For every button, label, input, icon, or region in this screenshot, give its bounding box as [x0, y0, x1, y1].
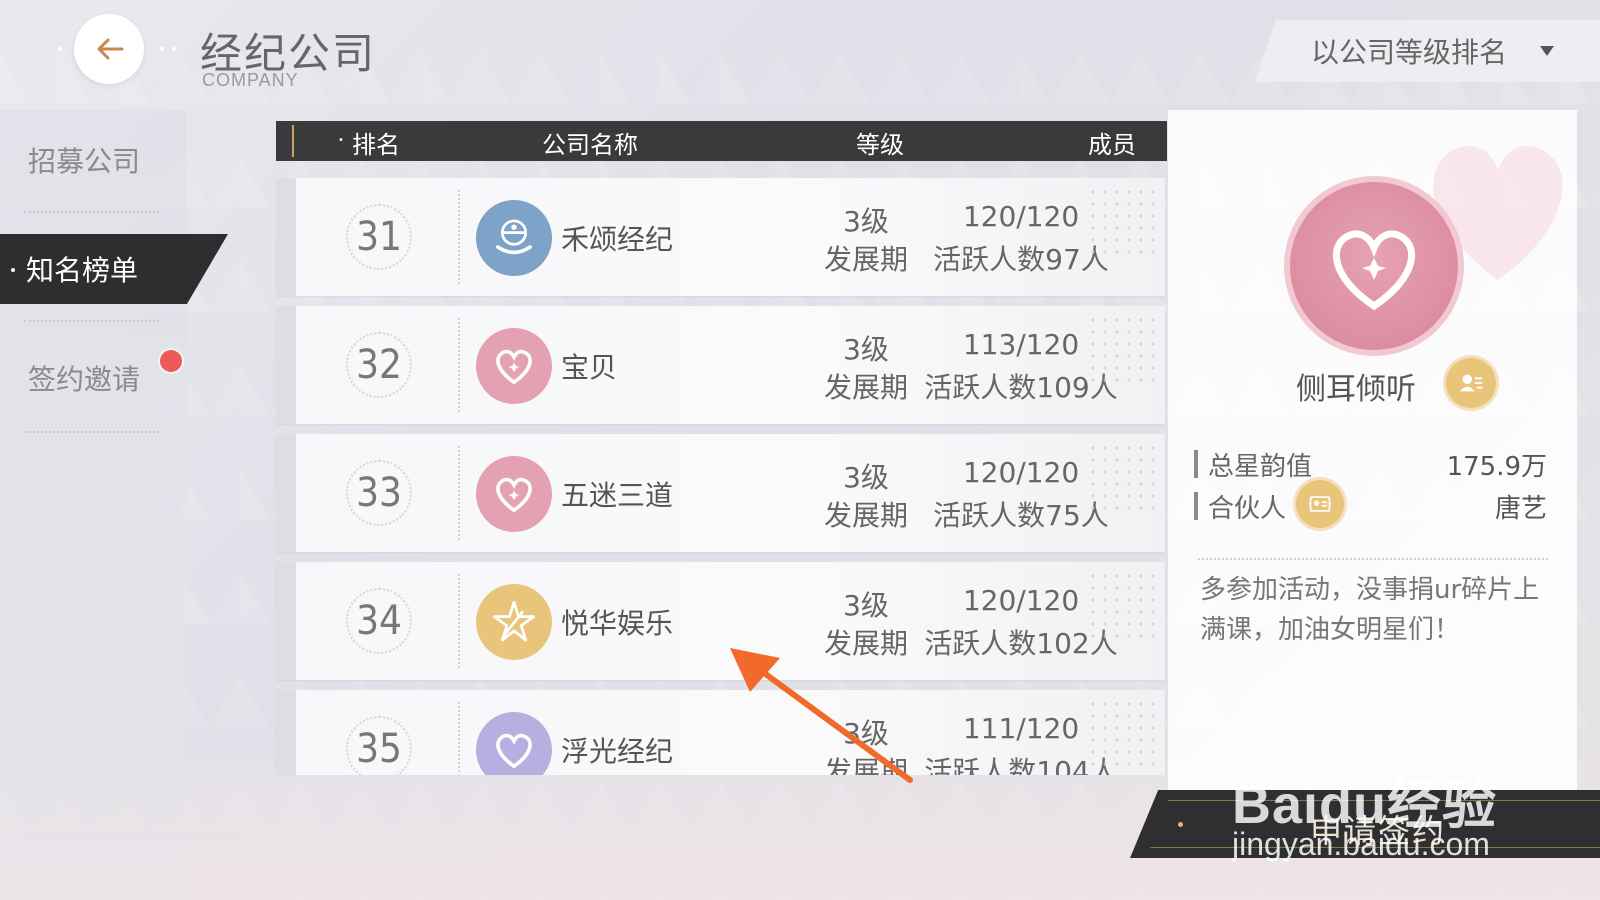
apply-button-dot: [1178, 822, 1183, 827]
row-separator: [458, 190, 460, 284]
company-level: 3级: [843, 333, 889, 366]
column-header-members: 成员: [1088, 131, 1136, 159]
active-dot: [11, 268, 15, 272]
row-separator: [458, 318, 460, 412]
selected-company-logo: [1284, 176, 1464, 356]
sidebar-item-recruit[interactable]: 招募公司: [28, 140, 140, 180]
company-name: 悦华娱乐: [561, 607, 674, 640]
sidebar: [0, 110, 187, 900]
sidebar-item-ranking[interactable]: 知名榜单: [26, 249, 138, 289]
back-arrow-icon: [97, 38, 124, 60]
selected-company-name: 侧耳倾听: [1296, 372, 1416, 407]
table-row[interactable]: 31 禾颂经纪 3级 发展期 120/120 活跃人数97人: [276, 178, 1165, 296]
company-description: 多参加活动，没事捐ur碎片上满课，加油女明星们！: [1200, 575, 1540, 645]
company-info-icon[interactable]: [1446, 358, 1496, 408]
table-header: • 排名 公司名称 等级 成员: [276, 121, 1167, 161]
company-detail-panel: 侧耳倾听 总星韵值 175.9万 合伙人 唐艺 多参加活动，没事捐ur碎片上满课…: [1168, 110, 1577, 790]
stat-value: 175.9万: [1446, 452, 1547, 482]
company-name: 五迷三道: [561, 479, 674, 512]
header-accent-bar: [292, 125, 294, 157]
decor-dot-grid: [1087, 698, 1157, 768]
pink-heart-icon: [476, 328, 552, 404]
row-separator: [458, 446, 460, 540]
sort-label: 以公司等级排名: [1311, 36, 1508, 69]
company-name: 浮光经纪: [561, 735, 674, 768]
pink-heart-icon: [476, 456, 552, 532]
row-left-bar: [276, 178, 296, 296]
decor-dot-grid: [1087, 442, 1157, 512]
pink-heart-icon: [1332, 230, 1416, 311]
company-level: 3级: [843, 205, 889, 238]
decor-dot-grid: [1087, 570, 1157, 640]
company-level: 3级: [843, 717, 889, 750]
partner-value: 唐艺: [1494, 494, 1547, 524]
header-dot: •: [338, 135, 344, 146]
chevron-down-icon: [1540, 46, 1554, 56]
sidebar-divider: [24, 431, 159, 433]
gold-star-icon: [476, 584, 552, 660]
purple-heart-icon: [476, 712, 552, 775]
label-accent-bar: [1194, 450, 1198, 478]
row-separator: [458, 702, 460, 775]
rank-number: 34: [346, 588, 412, 654]
sidebar-item-invitations[interactable]: 签约邀请: [28, 358, 140, 398]
table-row[interactable]: 34 悦华娱乐 3级 发展期 120/120 活跃人数102人: [276, 562, 1165, 680]
sidebar-divider: [24, 320, 159, 322]
row-separator: [458, 574, 460, 668]
id-card-icon[interactable]: [1296, 480, 1344, 528]
decor-dot: [58, 47, 62, 51]
sidebar-divider: [24, 211, 159, 213]
row-left-bar: [276, 562, 296, 680]
company-name: 宝贝: [561, 351, 618, 384]
back-button[interactable]: [74, 14, 144, 84]
rank-number: 31: [346, 204, 412, 270]
rank-number: 32: [346, 332, 412, 398]
column-header-rank: 排名: [352, 131, 400, 159]
row-left-bar: [276, 306, 296, 424]
panel-divider: [1198, 558, 1548, 560]
stat-label: 总星韵值: [1208, 452, 1313, 482]
page-subtitle: COMPANY: [202, 70, 299, 90]
notification-badge: [160, 350, 182, 372]
table-row[interactable]: 33 五迷三道 3级 发展期 120/120 活跃人数75人: [276, 434, 1165, 552]
row-left-bar: [276, 434, 296, 552]
company-list[interactable]: 31 禾颂经纪 3级 发展期 120/120 活跃人数97人 32 宝贝 3级 …: [270, 170, 1170, 775]
decor-dot: [160, 47, 164, 51]
decor-dot: [172, 47, 176, 51]
decor-dot-grid: [1087, 314, 1157, 384]
column-header-level: 等级: [856, 131, 904, 159]
table-row[interactable]: 32 宝贝 3级 发展期 113/120 活跃人数109人: [276, 306, 1165, 424]
company-level: 3级: [843, 589, 889, 622]
rank-number: 33: [346, 460, 412, 526]
rank-number: 35: [346, 716, 412, 775]
company-level: 3级: [843, 461, 889, 494]
column-header-name: 公司名称: [542, 131, 638, 159]
blue-crest-icon: [476, 200, 552, 276]
partner-label: 合伙人: [1208, 494, 1287, 524]
label-accent-bar: [1194, 492, 1198, 520]
decor-dot-grid: [1087, 186, 1157, 256]
company-name: 禾颂经纪: [561, 223, 674, 256]
table-row[interactable]: 35 浮光经纪 3级 发展期 111/120 活跃人数104人: [276, 690, 1165, 775]
watermark-url: jingyan.baidu.com: [1232, 826, 1490, 862]
row-left-bar: [276, 690, 296, 775]
